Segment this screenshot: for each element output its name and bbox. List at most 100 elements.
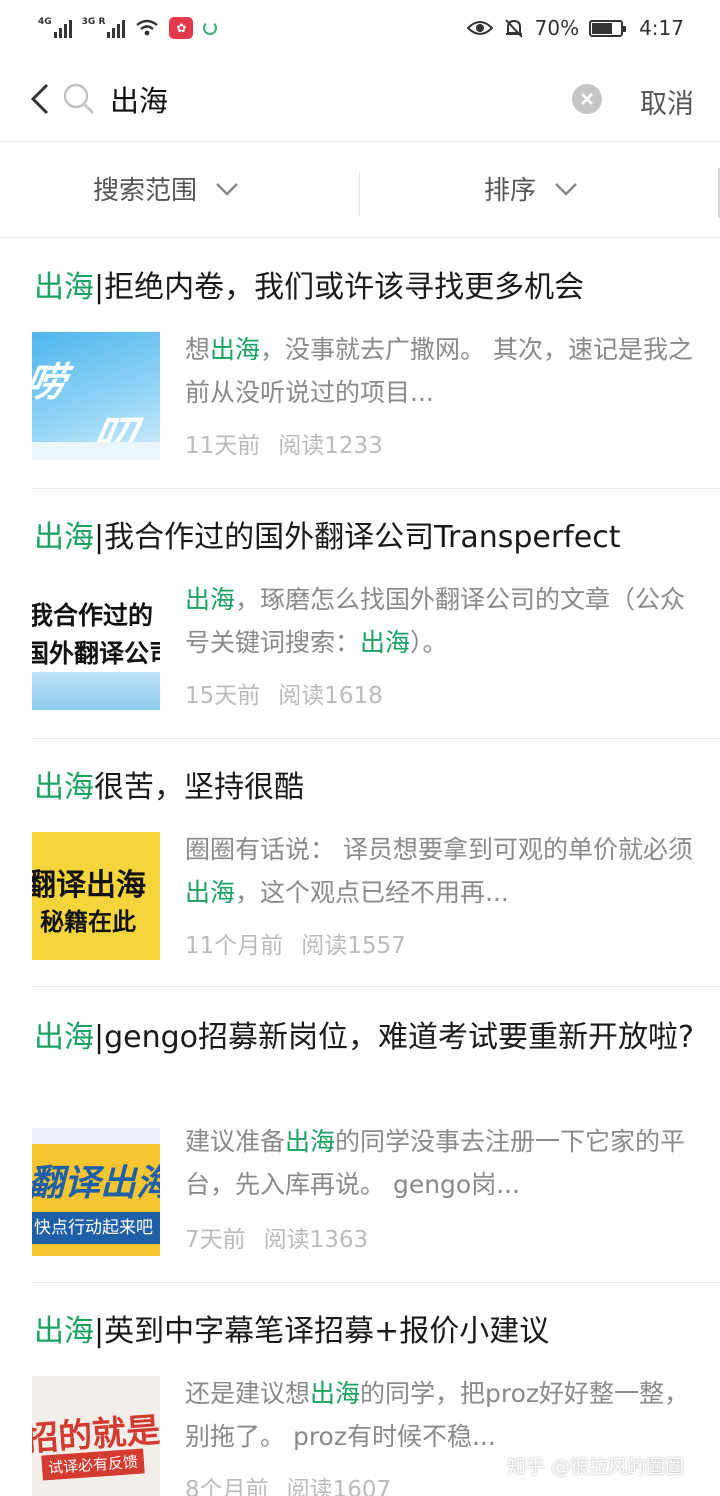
status-left: 4G 3G R ✿ <box>38 17 218 39</box>
title-text: |拒绝内卷，我们或许该寻找更多机会 <box>94 270 585 305</box>
title-highlight: 出海 <box>34 1020 94 1055</box>
chevron-down-icon <box>555 182 577 196</box>
result-title[interactable]: 出海|gengo招募新岗位，难道考试要重新开放啦? <box>34 1014 694 1062</box>
result-thumbnail: 翻译出海 秘籍在此 <box>32 832 160 960</box>
search-scope-label: 搜索范围 <box>93 176 198 206</box>
summary-text: ，这个观点已经不用再... <box>235 878 509 907</box>
signal2-label: 3G R <box>81 17 106 27</box>
result-summary: 出海，琢磨怎么找国外翻译公司的文章（公众号关键词搜索：出海）。 <box>185 578 693 664</box>
result-reads: 阅读1607 <box>286 1477 392 1496</box>
eye-icon <box>466 21 493 35</box>
thumb-band <box>32 1128 160 1144</box>
result-meta: 15天前 阅读1618 <box>185 676 383 710</box>
title-highlight: 出海 <box>34 270 94 305</box>
result-meta: 8个月前 阅读1607 <box>185 1470 391 1496</box>
summary-highlight: 出海 <box>185 878 236 907</box>
thumb-text: 我合作过的 <box>32 601 154 630</box>
title-text: |我合作过的国外翻译公司Transperfect <box>94 520 621 555</box>
result-title[interactable]: 出海|英到中字幕笔译招募+报价小建议 <box>34 1308 694 1356</box>
result-title[interactable]: 出海|拒绝内卷，我们或许该寻找更多机会 <box>34 264 694 312</box>
signal1-label: 4G <box>38 17 52 27</box>
thumb-wave <box>32 672 160 710</box>
sync-icon <box>203 21 218 35</box>
result-time: 15天前 <box>185 683 261 709</box>
summary-text: ）。 <box>410 628 448 657</box>
result-reads: 阅读1363 <box>263 1227 369 1253</box>
battery-icon <box>589 19 627 37</box>
result-thumbnail: 我合作过的 国外翻译公司 <box>32 582 160 710</box>
sort-label: 排序 <box>484 176 537 206</box>
result-title[interactable]: 出海很苦，坚持很酷 <box>34 764 694 812</box>
search-icon <box>63 83 94 114</box>
wifi-icon <box>136 19 159 36</box>
result-divider <box>32 986 720 987</box>
title-highlight: 出海 <box>34 520 94 555</box>
result-summary: 建议准备出海的同学没事去注册一下它家的平台，先入库再说。 gengo岗... <box>185 1120 693 1206</box>
thumb-band <box>32 442 160 460</box>
signal-icon-2: 3G R <box>82 18 126 38</box>
status-right: 70% 4:17 <box>466 16 684 40</box>
title-highlight: 出海 <box>34 770 94 805</box>
mute-bell-icon <box>504 19 523 38</box>
result-divider <box>32 1282 720 1283</box>
summary-highlight: 出海 <box>185 585 236 614</box>
battery-fill <box>592 22 612 34</box>
result-summary: 圈圈有话说： 译员想要拿到可观的单价就必须出海，这个观点已经不用再... <box>185 828 693 914</box>
cancel-button[interactable]: 取消 <box>640 82 694 121</box>
result-meta: 7天前 阅读1363 <box>185 1220 368 1254</box>
result-time: 11天前 <box>185 433 261 459</box>
search-input[interactable] <box>110 82 550 116</box>
thumb-text: 翻译出海 <box>32 868 146 903</box>
result-reads: 阅读1618 <box>278 683 383 709</box>
clock: 4:17 <box>639 16 684 40</box>
sort-filter[interactable]: 排序 <box>484 170 578 207</box>
result-title[interactable]: 出海|我合作过的国外翻译公司Transperfect <box>34 514 694 562</box>
title-text: |gengo招募新岗位，难道考试要重新开放啦? <box>94 1020 694 1055</box>
result-summary: 想出海，没事就去广撒网。 其次，速记是我之前从没听说过的项目... <box>185 328 693 414</box>
thumb-text: 唠 <box>32 360 70 406</box>
thumb-text: 国外翻译公司 <box>32 639 160 668</box>
status-bar: 4G 3G R ✿ 70% 4:17 <box>0 0 720 56</box>
search-box[interactable] <box>62 76 610 122</box>
app-notification-icon: ✿ <box>169 17 194 39</box>
summary-highlight: 出海 <box>310 1379 361 1408</box>
result-meta: 11天前 阅读1233 <box>185 426 383 460</box>
filter-divider <box>359 172 360 216</box>
back-button[interactable] <box>20 79 60 119</box>
title-highlight: 出海 <box>34 1314 94 1349</box>
result-reads: 阅读1233 <box>278 433 383 459</box>
result-thumbnail: 唠 叨 <box>32 332 160 460</box>
search-header <box>0 56 720 142</box>
result-summary: 还是建议想出海的同学，把proz好好整一整，别拖了。 proz有时候不稳... <box>185 1372 693 1458</box>
battery-percent: 70% <box>534 16 580 40</box>
summary-text: 还是建议想 <box>185 1379 311 1408</box>
thumb-text: 秘籍在此 <box>40 908 136 936</box>
summary-highlight: 出海 <box>210 335 261 364</box>
summary-text: 建议准备 <box>185 1127 286 1156</box>
clear-search-button[interactable] <box>572 84 602 114</box>
result-time: 8个月前 <box>185 1477 269 1496</box>
chevron-down-icon <box>216 182 238 196</box>
thumb-text: 翻译出海 <box>32 1163 160 1204</box>
result-thumbnail: 招的就是你 试译必有反馈 <box>32 1376 160 1496</box>
watermark: 知乎 @很拉风的圈圈 <box>507 1456 685 1478</box>
result-meta: 11个月前 阅读1557 <box>185 926 406 960</box>
result-reads: 阅读1557 <box>301 933 406 959</box>
result-time: 7天前 <box>185 1227 246 1253</box>
clear-icon <box>581 93 593 105</box>
filter-bar: 搜索范围 排序 <box>0 142 720 238</box>
title-text: 很苦，坚持很酷 <box>94 770 304 805</box>
result-divider <box>32 488 720 489</box>
result-divider <box>32 738 720 739</box>
summary-highlight: 出海 <box>360 628 411 657</box>
result-thumbnail: 翻译出海 快点行动起来吧 <box>32 1128 160 1256</box>
summary-text: ，没事就去广撒网。 其次，速记是我之前从没听说过的项目... <box>185 335 693 407</box>
summary-highlight: 出海 <box>285 1127 336 1156</box>
summary-text: 想 <box>185 335 211 364</box>
back-arrow-icon <box>30 83 49 114</box>
result-time: 11个月前 <box>185 933 284 959</box>
search-scope-filter[interactable]: 搜索范围 <box>93 170 239 207</box>
summary-text: 圈圈有话说： 译员想要拿到可观的单价就必须 <box>185 835 693 864</box>
thumb-text: 快点行动起来吧 <box>32 1212 160 1244</box>
title-text: |英到中字幕笔译招募+报价小建议 <box>94 1314 550 1349</box>
